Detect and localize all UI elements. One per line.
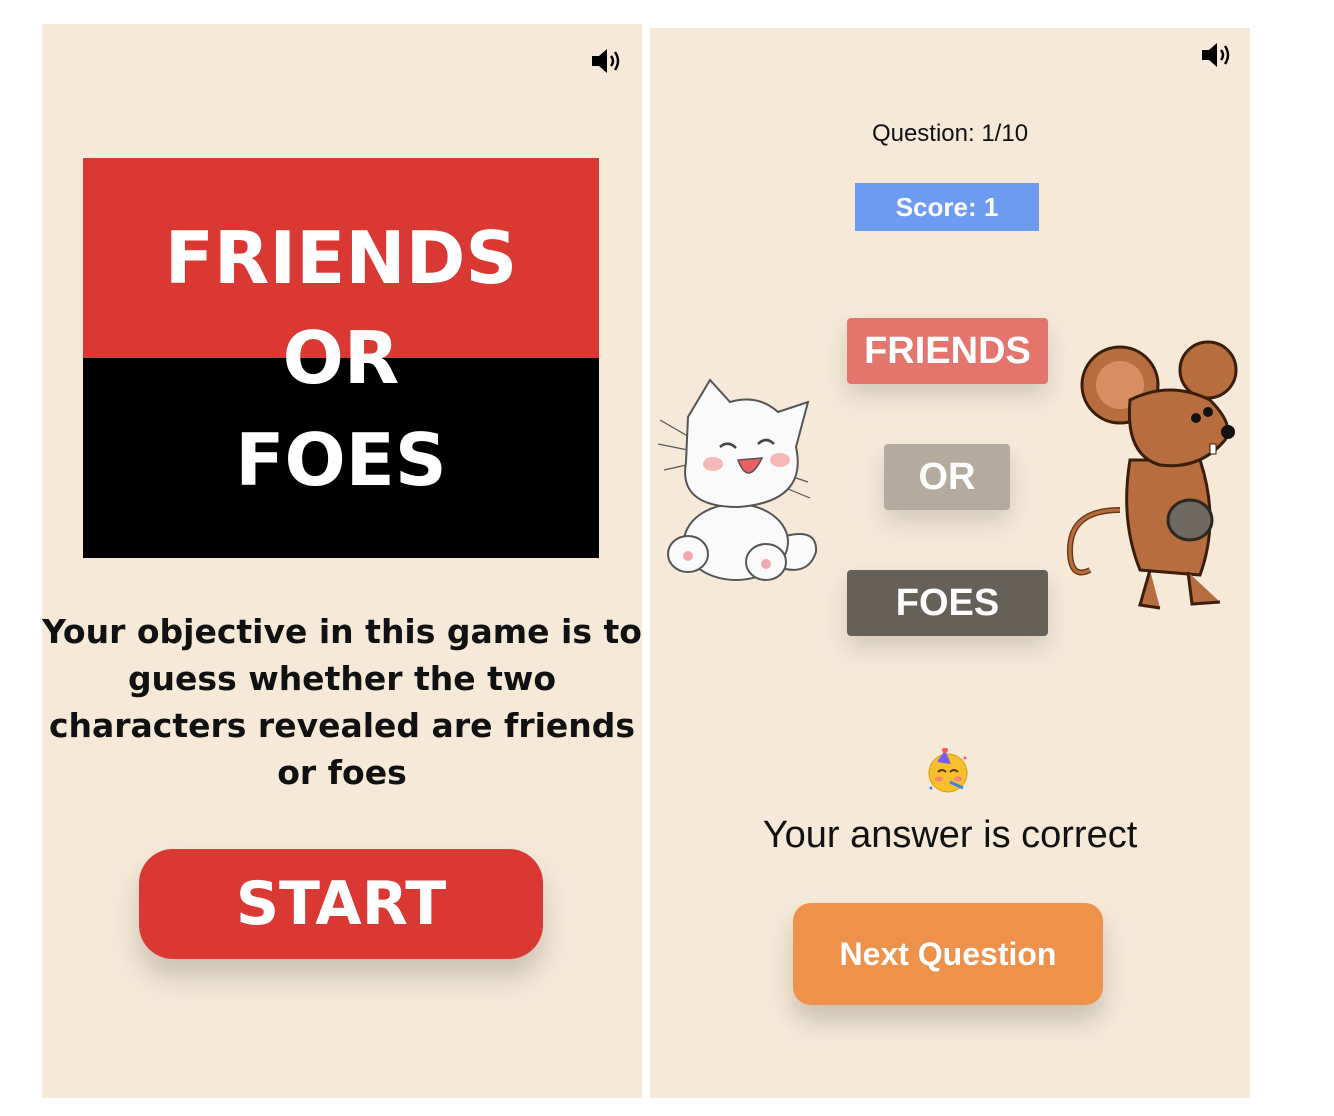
or-label: OR	[884, 444, 1010, 510]
score-badge: Score: 1	[855, 183, 1039, 231]
speaker-volume-icon[interactable]	[590, 46, 624, 76]
logo-word-foes: FOES	[235, 418, 447, 502]
friends-option-button[interactable]: FRIENDS	[847, 318, 1048, 384]
objective-text: Your objective in this game is to guess …	[42, 612, 642, 792]
result-message: Your answer is correct	[762, 814, 1138, 856]
speaker-volume-icon[interactable]	[1200, 40, 1234, 70]
white-kitten-icon	[657, 372, 828, 587]
next-question-button[interactable]: Next Question	[793, 903, 1103, 1005]
brown-mouse-icon	[1060, 340, 1240, 620]
partying-face-icon	[925, 747, 971, 794]
start-screen: FRIENDS OR FOES Your objective in this g…	[42, 24, 642, 1098]
start-button[interactable]: START	[139, 849, 543, 959]
question-screen: Question: 1/10 Score: 1 FRIENDS OR FOES	[650, 28, 1250, 1098]
foes-option-button[interactable]: FOES	[847, 570, 1048, 636]
question-counter: Question: 1/10	[871, 120, 1029, 147]
game-logo: FRIENDS OR FOES	[83, 158, 599, 558]
logo-word-friends: FRIENDS	[164, 216, 518, 300]
logo-word-or: OR	[282, 316, 400, 400]
